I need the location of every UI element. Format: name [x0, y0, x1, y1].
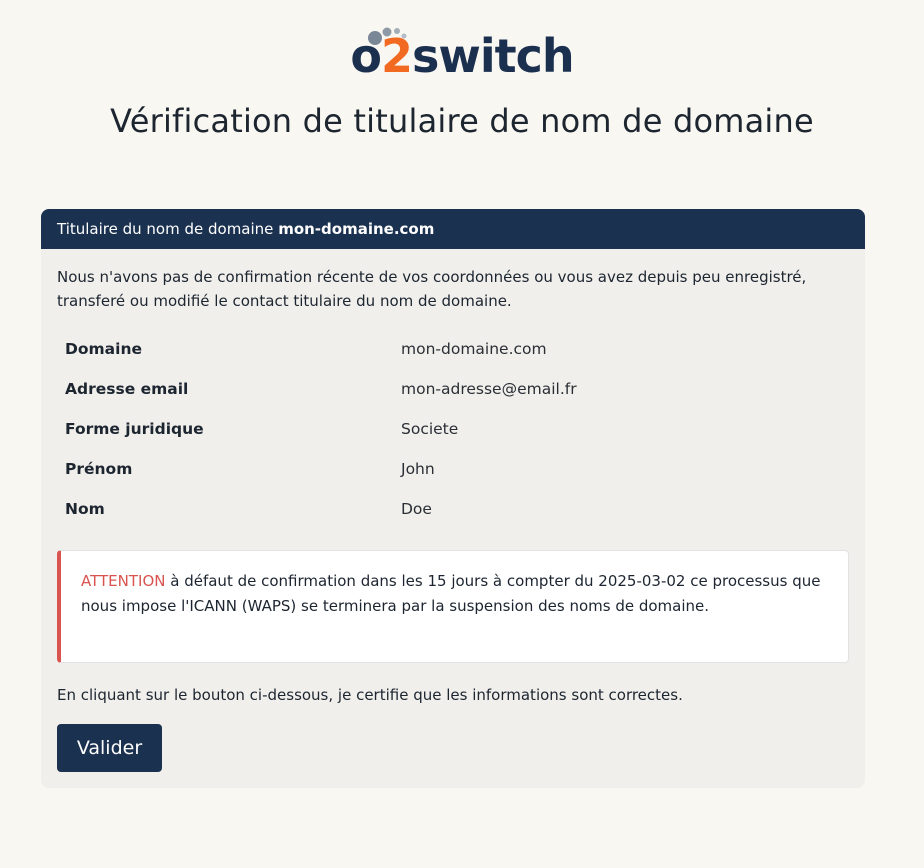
info-label: Domaine: [65, 340, 142, 358]
verification-card: Titulaire du nom de domaine mon-domaine.…: [41, 209, 865, 788]
card-header: Titulaire du nom de domaine mon-domaine.…: [41, 209, 865, 249]
intro-text: Nous n'avons pas de confirmation récente…: [57, 268, 807, 310]
alert-attention-label: ATTENTION: [81, 572, 166, 590]
card-header-label: Titulaire du nom de domaine: [57, 220, 274, 238]
info-value: mon-adresse@email.fr: [401, 380, 577, 398]
info-label: Prénom: [65, 460, 133, 478]
validate-button[interactable]: Valider: [57, 724, 162, 772]
info-value: Societe: [401, 420, 459, 438]
logo-dots-icon: [368, 27, 407, 45]
page-title: Vérification de titulaire de nom de doma…: [110, 102, 814, 140]
warning-alert: ATTENTION à défaut de confirmation dans …: [57, 550, 849, 663]
alert-message: à défaut de confirmation dans les 15 jou…: [81, 572, 821, 615]
card-header-domain: mon-domaine.com: [278, 220, 435, 238]
o2switch-logo: o2switch: [0, 24, 924, 88]
info-label: Forme juridique: [65, 420, 204, 438]
alert-text: ATTENTION à défaut de confirmation dans …: [81, 569, 821, 618]
info-label: Nom: [65, 500, 105, 518]
info-value: John: [401, 460, 435, 478]
info-value: Doe: [401, 500, 432, 518]
certify-text: En cliquant sur le bouton ci-dessous, je…: [57, 686, 683, 704]
info-label: Adresse email: [65, 380, 189, 398]
info-value: mon-domaine.com: [401, 340, 547, 358]
